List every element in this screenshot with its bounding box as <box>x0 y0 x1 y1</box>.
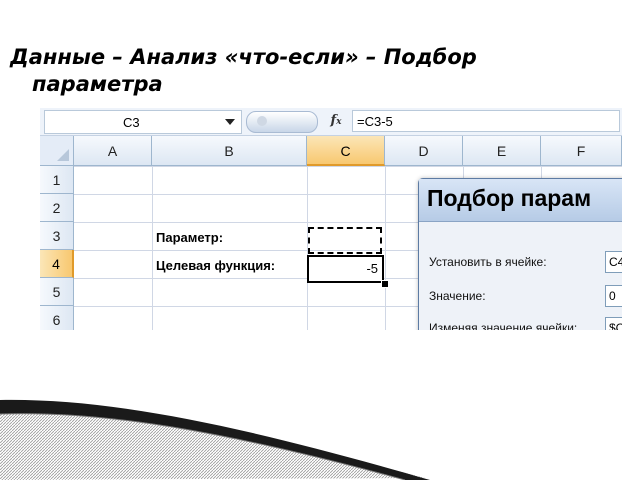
column-header-a[interactable]: A <box>74 136 152 166</box>
cell-c4-value: -5 <box>366 261 378 276</box>
insert-function-icon[interactable]: fx <box>320 110 352 132</box>
select-all-icon <box>57 149 69 161</box>
column-header-d[interactable]: D <box>385 136 463 166</box>
changing-cell-label: Изменяя значение ячейки: <box>429 321 578 330</box>
excel-screenshot: C3 fx =C3-5 A B C D E F 1 2 3 4 5 6 Пара… <box>40 108 622 330</box>
cell-c4[interactable]: -5 <box>307 255 384 283</box>
cell-b4[interactable]: Целевая функция: <box>156 252 275 280</box>
formula-bar-grip[interactable] <box>246 111 318 133</box>
slide-title-line2: параметра <box>32 72 163 96</box>
formula-bar: C3 fx =C3-5 <box>40 108 622 136</box>
cell-c3-copy-marquee[interactable] <box>308 227 382 254</box>
set-cell-label: Установить в ячейке: <box>429 255 547 269</box>
set-cell-input[interactable]: C4 <box>605 251 622 273</box>
row-header-6[interactable]: 6 <box>40 306 74 330</box>
row-header-3[interactable]: 3 <box>40 222 74 250</box>
name-box[interactable]: C3 <box>44 110 242 134</box>
column-header-e[interactable]: E <box>463 136 541 166</box>
dialog-title-bar[interactable]: Подбор парам <box>419 179 622 222</box>
dropdown-arrow-icon[interactable] <box>225 119 235 125</box>
row-header-2[interactable]: 2 <box>40 194 74 222</box>
decorative-ribbon <box>0 399 430 480</box>
column-header-c[interactable]: C <box>307 136 385 166</box>
cell-b3[interactable]: Параметр: <box>156 224 223 252</box>
ribbon-hatch-shape <box>0 409 425 480</box>
name-box-value: C3 <box>123 115 140 130</box>
changing-cell-input[interactable]: $C$3 <box>605 317 622 330</box>
select-all-button[interactable] <box>40 136 74 166</box>
grip-icon <box>257 116 267 126</box>
slide-title-line1: Данные – Анализ «что-если» – Подбор <box>10 45 477 69</box>
row-header-4[interactable]: 4 <box>40 250 74 278</box>
formula-input[interactable]: =C3-5 <box>352 110 620 132</box>
column-header-b[interactable]: B <box>152 136 307 166</box>
gridline <box>385 166 386 330</box>
column-header-f[interactable]: F <box>541 136 622 166</box>
value-input[interactable]: 0 <box>605 285 622 307</box>
fill-handle[interactable] <box>381 280 389 288</box>
slide-title: Данные – Анализ «что-если» – Подбор пара… <box>10 44 610 98</box>
row-header-1[interactable]: 1 <box>40 166 74 194</box>
gridline <box>152 166 153 330</box>
row-header-5[interactable]: 5 <box>40 278 74 306</box>
goal-seek-dialog: Подбор парам Установить в ячейке: C4 Зна… <box>418 178 622 330</box>
dialog-title: Подбор парам <box>427 185 592 211</box>
value-label: Значение: <box>429 289 486 303</box>
